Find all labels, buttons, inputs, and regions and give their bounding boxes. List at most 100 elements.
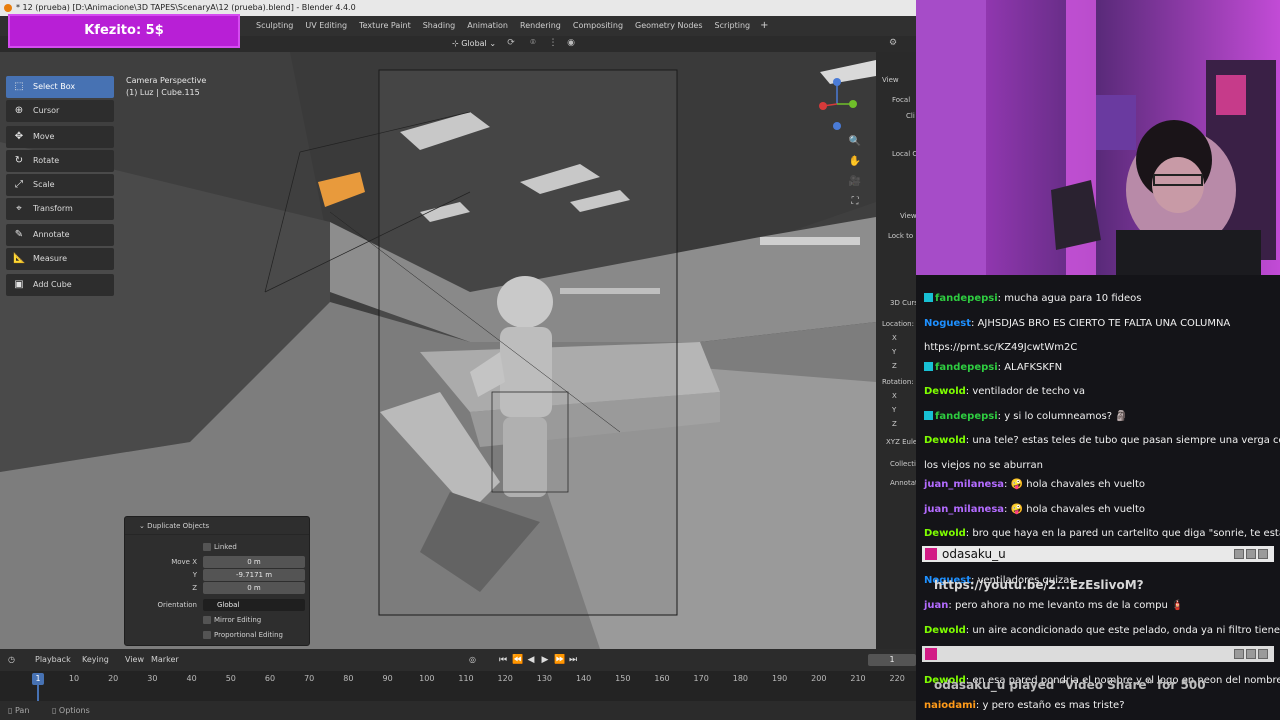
timeline-tick-label: 20 <box>108 674 119 683</box>
workspace-tab[interactable]: Texture Paint <box>353 16 417 36</box>
camera-view-icon[interactable]: 🎥 <box>848 175 862 189</box>
tool-select-box[interactable]: ⬚ Select Box <box>6 76 114 98</box>
marker-menu[interactable]: Marker <box>151 649 179 671</box>
pivot-icon[interactable]: ⟳ <box>506 38 516 48</box>
view-section-header[interactable]: View <box>882 76 899 84</box>
duplicate-panel-title: Duplicate Objects <box>147 522 210 530</box>
orientation-select[interactable]: Global <box>203 599 305 611</box>
view-menu[interactable]: View <box>125 649 144 671</box>
rotation-x-label: X <box>892 392 897 400</box>
perspective-toggle-icon[interactable]: ⛶ <box>848 195 862 209</box>
location-y-label: Y <box>892 348 897 356</box>
close-icon[interactable] <box>1258 549 1268 559</box>
tool-move[interactable]: ✥ Move <box>6 126 114 148</box>
chat-message: fandepepsi: ALAFKSKFN <box>924 358 1276 377</box>
workspace-tab[interactable]: Animation <box>461 16 514 36</box>
mirror-editing-checkbox[interactable] <box>203 616 211 624</box>
move-y-field[interactable]: -9.7171 m <box>203 569 305 581</box>
chat-username[interactable]: Dewold <box>924 386 966 397</box>
maximize-icon[interactable] <box>1246 549 1256 559</box>
maximize-icon[interactable] <box>1246 649 1256 659</box>
chat-username[interactable]: juan_milanesa <box>924 479 1004 490</box>
chat-message: Dewold: ventilador de techo va <box>924 382 1276 401</box>
duplicate-panel-header[interactable]: ⌄ Duplicate Objects <box>125 517 309 535</box>
move-z-field[interactable]: 0 m <box>203 582 305 594</box>
annotations-section-header[interactable]: Annotat <box>890 479 916 487</box>
jump-keyframe-back-icon[interactable]: ⏪ <box>512 654 523 666</box>
chat-username[interactable]: Dewold <box>924 528 966 539</box>
tool-cursor[interactable]: ⊕ Cursor <box>6 100 114 122</box>
timeline-tick-label: 170 <box>693 674 709 683</box>
playhead-line[interactable] <box>37 685 39 701</box>
editor-type-icon[interactable]: ◷ <box>8 649 15 671</box>
3d-cursor-section-header[interactable]: 3D Curs <box>890 299 916 307</box>
chat-username[interactable]: juan <box>924 600 948 611</box>
jump-keyframe-forward-icon[interactable]: ⏩ <box>554 654 565 666</box>
play-icon[interactable]: ▶ <box>540 654 550 666</box>
chat-username[interactable]: juan_milanesa <box>924 504 1004 515</box>
euler-mode-label[interactable]: XYZ Eule <box>886 438 916 446</box>
zoom-icon[interactable]: 🔍 <box>848 135 862 149</box>
chevron-down-icon: ⌄ <box>489 39 497 48</box>
playhead-frame-indicator[interactable]: 1 <box>32 673 44 685</box>
tool-label: Move <box>33 132 55 141</box>
snap-icon[interactable]: ⌾ <box>528 38 538 48</box>
tool-label: Annotate <box>33 230 70 239</box>
timeline-tick-label: 160 <box>654 674 670 683</box>
chat-popup-window: odasaku_u <box>922 546 1274 562</box>
chat-text: mucha agua para 10 fideos <box>1004 293 1142 304</box>
view-subsection-header[interactable]: View <box>900 212 916 220</box>
navigation-gizmo: 🔍 ✋ 🎥 ⛶ <box>848 135 864 215</box>
active-object-label: (1) Luz | Cube.115 <box>126 88 200 97</box>
workspace-tab[interactable]: Shading <box>417 16 462 36</box>
snap-target-icon[interactable]: ⋮ <box>548 38 558 48</box>
chat-username[interactable]: Dewold <box>924 625 966 636</box>
current-frame-field[interactable]: 1 <box>868 654 916 666</box>
clip-label: Cli <box>906 112 915 120</box>
workspace-tab[interactable]: Scripting <box>709 16 757 36</box>
chat-message: fandepepsi: y si lo columneamos? 🗿 <box>924 407 1276 426</box>
close-icon[interactable] <box>1258 649 1268 659</box>
subscriber-badge-icon <box>924 410 933 420</box>
jump-end-icon[interactable]: ⏭ <box>568 654 578 666</box>
workspace-tab[interactable]: Sculpting <box>250 16 299 36</box>
proportional-editing-checkbox[interactable] <box>203 631 211 639</box>
location-label: Location: <box>882 320 914 328</box>
chat-text: AJHSDJAS BRO ES CIERTO TE FALTA UNA COLU… <box>977 317 1231 329</box>
keying-menu[interactable]: Keying <box>82 649 109 671</box>
chat-username[interactable]: fandepepsi <box>935 362 998 373</box>
workspace-tab[interactable]: Geometry Nodes <box>629 16 708 36</box>
workspace-tab[interactable]: Compositing <box>567 16 629 36</box>
minimize-icon[interactable] <box>1234 649 1244 659</box>
proportional-editing-icon[interactable]: ◉ <box>566 38 576 48</box>
transform-orientation-dropdown[interactable]: ⊹ Global ⌄ <box>448 37 500 51</box>
tool-rotate[interactable]: ↻ Rotate <box>6 150 114 172</box>
pan-hand-icon[interactable]: ✋ <box>848 155 862 169</box>
orientation-axes-icon: ⊹ <box>452 39 462 48</box>
chat-username[interactable]: Dewold <box>924 435 966 446</box>
tool-transform[interactable]: ⌖ Transform <box>6 198 114 220</box>
blender-logo-icon <box>4 4 12 12</box>
minimize-icon[interactable] <box>1234 549 1244 559</box>
move-x-field[interactable]: 0 m <box>203 556 305 568</box>
viewport-overlays-icon[interactable]: ⚙ <box>888 38 898 48</box>
workspace-tab[interactable]: Rendering <box>514 16 567 36</box>
tool-scale[interactable]: ⤢ Scale <box>6 174 114 196</box>
jump-start-icon[interactable]: ⏮ <box>498 654 508 666</box>
auto-keying-icon[interactable]: ◎ <box>469 649 476 671</box>
tool-annotate[interactable]: ✎ Annotate <box>6 224 114 246</box>
tool-add-cube[interactable]: ▣ Add Cube <box>6 274 114 296</box>
chat-username[interactable]: Noguest <box>924 318 971 329</box>
collections-section-header[interactable]: Collecti <box>890 460 916 468</box>
play-reverse-icon[interactable]: ◀ <box>526 654 536 666</box>
chat-username[interactable]: naiodami <box>924 700 976 711</box>
add-workspace-icon[interactable]: + <box>756 16 772 36</box>
workspace-tab[interactable]: UV Editing <box>299 16 353 36</box>
tool-measure[interactable]: 📐 Measure <box>6 248 114 270</box>
mouse-icon-2: ▯ <box>51 706 57 715</box>
timeline-ruler[interactable]: 1 10 20 30 40 50 60 70 80 90 100 110 120 130 140 150 16… <box>0 671 916 701</box>
chat-username[interactable]: fandepepsi <box>935 293 998 304</box>
chat-username[interactable]: fandepepsi <box>935 411 998 422</box>
playback-menu[interactable]: Playback <box>35 649 71 671</box>
linked-checkbox[interactable] <box>203 543 211 551</box>
